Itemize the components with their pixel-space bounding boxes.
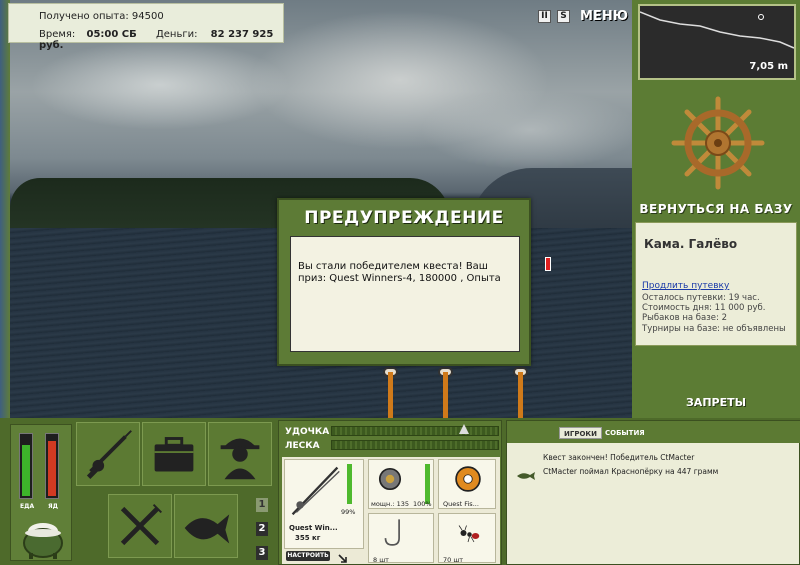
bottom-panel: ЕДА ЯД 1 2 3 УДОЧКА ЛЕСКА 99% Quest Win.… [0,418,800,565]
food-bar-fill [22,445,30,496]
right-panel: 7,05 m ВЕРНУТЬСЯ НА БАЗУ Кама. Галёво Пр… [632,0,800,418]
return-to-base-button[interactable]: ВЕРНУТЬСЯ НА БАЗУ [632,202,800,216]
tackle-box-tile[interactable] [142,422,206,486]
reel-power: мощн.: 135 [371,500,409,508]
poison-label: ЯД [48,503,58,510]
event-line: Квест закончен! Победитель CtMacter [543,453,695,462]
knife-fork-icon [120,504,162,546]
fish-icon [184,514,230,544]
rod-stand[interactable] [443,372,448,418]
bait-slot[interactable]: 70 шт [438,513,496,564]
extend-permit-link[interactable]: Продлить путевку [642,281,729,291]
time-value: 05:00 СБ [86,29,137,40]
tackle-box-icon [154,437,194,472]
time-label: Время: [39,29,76,40]
rod-condition-meter [347,464,352,504]
tackle-panel: УДОЧКА ЛЕСКА 99% Quest Win... 355 кг НАС… [278,420,502,565]
line-name: Quest Fis... [443,500,479,508]
reel-condition: 100% [413,500,432,508]
line-tension-label: ЛЕСКА [285,441,320,451]
hook-slot[interactable]: 8 шт [368,513,434,564]
rod-tension-label: УДОЧКА [285,427,330,437]
fish-event-icon [515,466,537,480]
rod-stand[interactable] [388,372,393,418]
buoy-marker [545,257,551,271]
tab-events[interactable]: СОБЫТИЯ [601,427,649,439]
cauldron-icon[interactable] [19,517,67,561]
sound-button[interactable]: S [557,9,570,23]
expand-arrow-icon[interactable] [338,549,348,563]
fishers-count: Рыбаков на базе: 2 [642,313,727,323]
pause-button[interactable]: II [538,9,551,23]
day-cost: Стоимость дня: 11 000 руб. [642,303,766,313]
base-name: Кама. Галёво [644,237,738,251]
money-label: Деньги: [155,29,198,40]
reel-condition-meter [425,464,430,504]
depth-value: 7,05 m [749,61,788,72]
events-tabs: ИГРОКИ СОБЫТИЯ [507,421,800,443]
tackle-slots: 99% Quest Win... 355 кг НАСТРОИТЬ мощн.:… [282,457,500,564]
fishing-rod-icon [86,430,132,479]
food-bar [19,433,33,499]
bans-button[interactable]: ЗАПРЕТЫ [632,396,800,409]
page-1-button[interactable]: 1 [256,498,268,512]
rod-condition: 99% [341,508,356,516]
base-info-panel: Кама. Галёво Продлить путевку Осталось п… [635,222,797,346]
ship-wheel-icon[interactable] [670,95,766,191]
permit-remaining: Осталось путевки: 19 час. [642,293,760,303]
menu-button[interactable]: МЕНЮ [580,9,628,24]
rod-tension-track[interactable] [331,426,499,436]
tab-players[interactable]: ИГРОКИ [559,427,602,439]
cloud [420,90,632,170]
page-2-button[interactable]: 2 [256,522,268,536]
hooks-count: 8 шт [373,556,389,564]
time-money-row: Время: 05:00 СБ Деньги: 82 237 925 руб. [39,29,283,51]
food-label: ЕДА [20,503,35,510]
event-line: CtMacter поймал Краснопёрку на 447 грамм [543,467,719,476]
rod-weight: 355 кг [295,534,321,542]
poison-bar [45,433,59,499]
ant-bait-icon [458,525,480,543]
status-bars: ЕДА ЯД [10,424,72,561]
dialog-title: ПРЕДУПРЕЖДЕНИЕ [304,208,504,228]
page-3-button[interactable]: 3 [256,546,268,560]
experience-text: Получено опыта: 94500 [39,11,164,22]
rod-condition-fill [347,464,352,504]
rod-stand[interactable] [518,372,523,418]
fisherman-tile[interactable] [208,422,272,486]
food-tile[interactable] [108,494,172,558]
reel-condition-fill [425,464,430,504]
fishing-line-spool-icon [455,466,481,492]
player-info-panel: Получено опыта: 94500 Время: 05:00 СБ Де… [8,3,284,51]
top-controls: II S МЕНЮ [538,8,628,24]
fish-tile[interactable] [174,494,238,558]
dialog-message: Вы стали победителем квеста! Ваш приз: Q… [290,236,520,352]
poison-bar-fill [48,441,56,496]
tournaments-status: Турниры на базе: не объявлены [642,324,786,334]
rod-name: Quest Win... [289,524,338,532]
events-panel: ИГРОКИ СОБЫТИЯ Квест закончен! Победител… [506,420,800,565]
scene-edge [0,0,10,418]
bait-count: 70 шт [443,556,464,564]
tension-marker-icon[interactable] [459,424,469,434]
rod-icon [291,466,340,516]
warning-dialog[interactable]: ПРЕДУПРЕЖДЕНИЕ Вы стали победителем квес… [277,198,531,366]
depth-chart: 7,05 m [638,4,796,80]
adjust-button[interactable]: НАСТРОИТЬ [286,551,330,561]
line-slot[interactable]: Quest Fis... [438,459,496,509]
reel-icon [378,467,402,491]
fisherman-icon [220,438,260,480]
rods-tile[interactable] [76,422,140,486]
line-tension-track[interactable] [331,440,499,450]
hook-icon [384,519,400,546]
reel-slot[interactable]: мощн.: 135 100% [368,459,434,509]
rod-slot[interactable]: 99% Quest Win... 355 кг [284,459,364,549]
